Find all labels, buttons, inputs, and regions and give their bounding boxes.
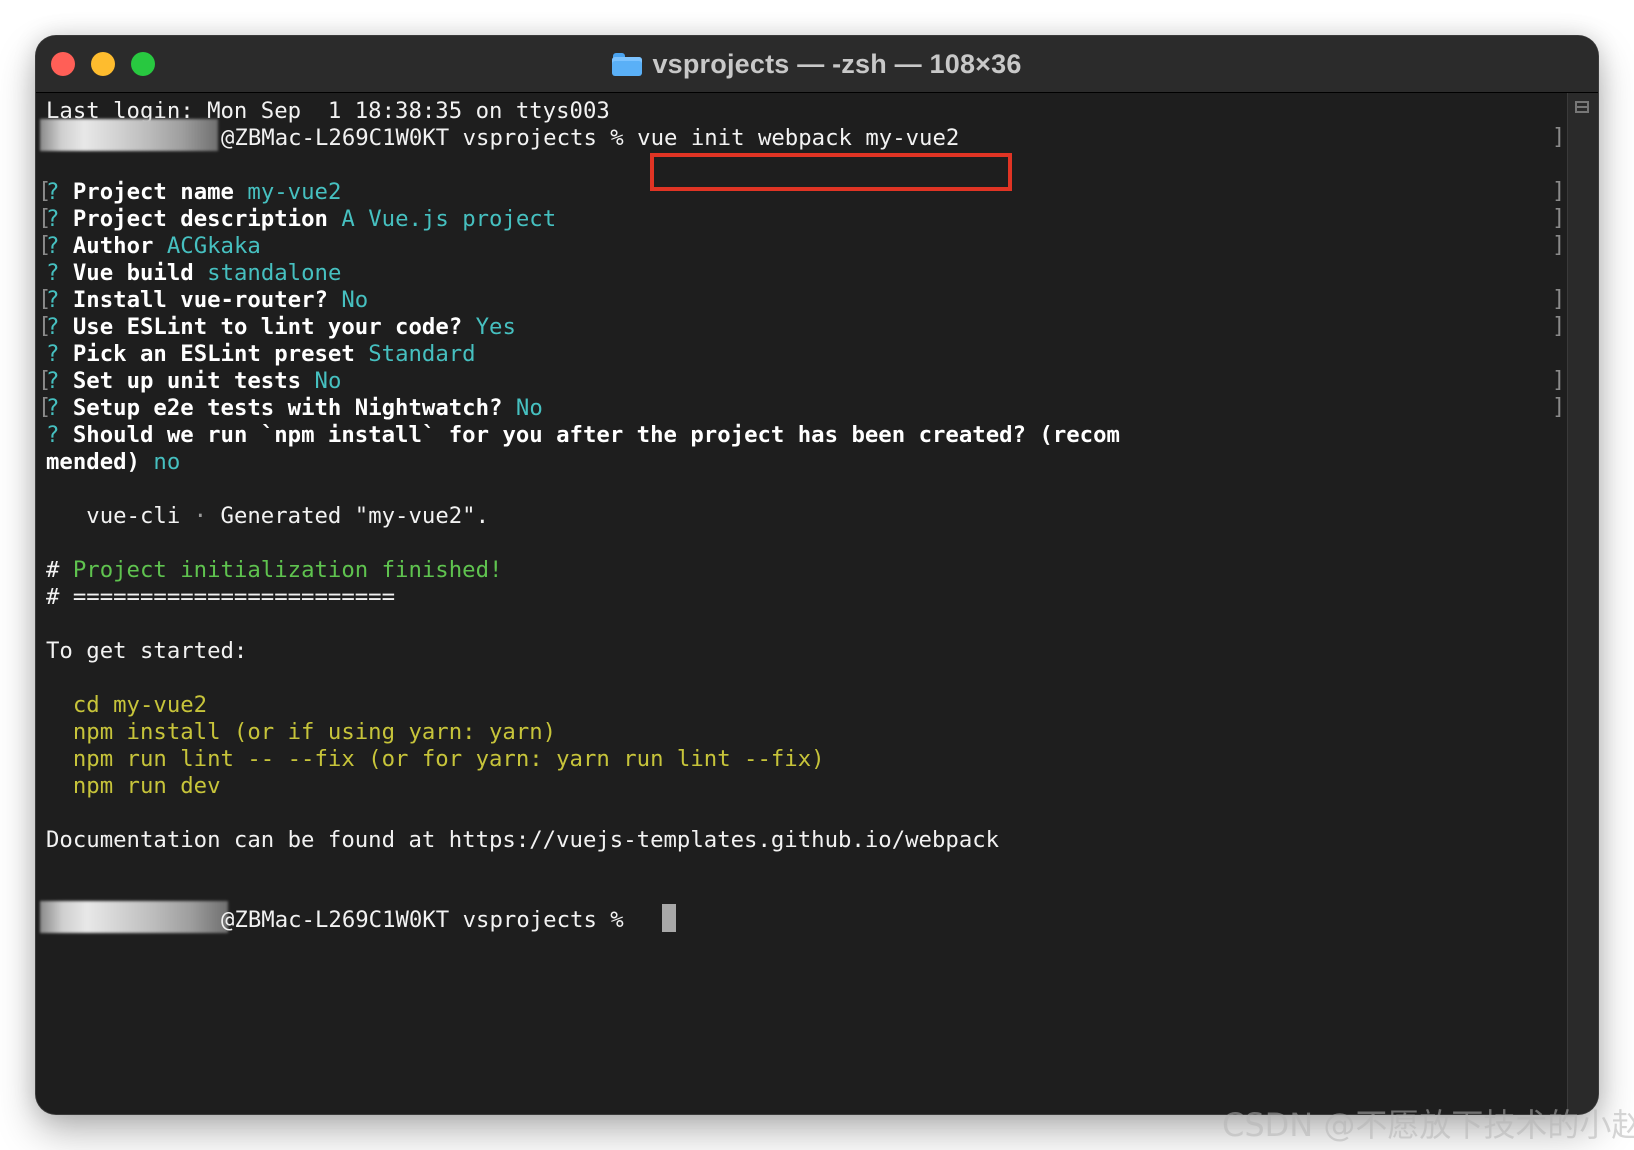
documentation-line: Documentation can be found at https://vu… (46, 827, 1000, 853)
step-line: npm run dev (46, 773, 221, 799)
prompt-host: @ZBMac-L269C1W0KT vsprojects % (221, 125, 638, 151)
question-line: ? Use ESLint to lint your code? Yes (46, 314, 516, 340)
question-line: ? Install vue-router? No (46, 287, 369, 313)
step-line: npm install (or if using yarn: yarn) (46, 719, 557, 745)
terminal-window: vsprojects — -zsh — 108×36 Last login: M… (36, 36, 1598, 1114)
generated-line: vue-cli · Generated "my-vue2". (46, 503, 490, 529)
scrollbar[interactable] (1567, 93, 1598, 1114)
rule-line: # ======================== (46, 584, 396, 610)
command-highlight-box (650, 153, 1012, 191)
step-line: npm run lint -- --fix (or for yarn: yarn… (46, 746, 825, 772)
window-title: vsprojects — -zsh — 108×36 (652, 48, 1022, 79)
question-line: ? Setup e2e tests with Nightwatch? No (46, 395, 543, 421)
redacted-username (40, 901, 228, 933)
prompt-line: @ZBMac-L269C1W0KT vsprojects % vue init … (221, 124, 959, 152)
mark-bracket: ] (1552, 206, 1566, 231)
terminal-output[interactable]: Last login: Mon Sep 1 18:38:35 on ttys00… (36, 93, 1568, 1114)
text-cursor (662, 904, 676, 932)
mark-bracket: ] (1552, 233, 1566, 258)
question-line: ? Vue build standalone (46, 260, 342, 286)
mark-bracket: ] (1552, 395, 1566, 420)
question-line: ? Project name my-vue2 (46, 179, 342, 205)
question-line: ? Author ACGkaka (46, 233, 261, 259)
command-text: vue init webpack my-vue2 (637, 125, 960, 151)
window-title-group: vsprojects — -zsh — 108×36 (36, 36, 1598, 92)
mark-bracket: ] (1552, 368, 1566, 393)
question-line: ? Should we run `npm install` for you af… (46, 422, 1120, 448)
mark-bracket: ] (1552, 125, 1566, 150)
question-line-continued: mended) no (46, 449, 181, 475)
question-line: ? Project description A Vue.js project (46, 206, 557, 232)
question-line: ? Pick an ESLint preset Standard (46, 341, 476, 367)
step-line: cd my-vue2 (46, 692, 208, 718)
mark-bracket: ] (1552, 179, 1566, 204)
mark-bracket: ] (1552, 287, 1566, 312)
watermark: CSDN @不愿放下技术的小赵 (1222, 1106, 1634, 1144)
get-started-heading: To get started: (46, 638, 248, 664)
folder-icon (612, 52, 643, 76)
title-bar[interactable]: vsprojects — -zsh — 108×36 (36, 36, 1598, 93)
redacted-username (40, 119, 218, 151)
page: vsprojects — -zsh — 108×36 Last login: M… (0, 0, 1634, 1150)
question-line: ? Set up unit tests No (46, 368, 342, 394)
finished-line: # Project initialization finished! (46, 557, 503, 583)
mark-bracket: ] (1552, 314, 1566, 339)
final-prompt: @ZBMac-L269C1W0KT vsprojects % (221, 907, 638, 933)
split-pane-icon[interactable] (1575, 101, 1589, 113)
